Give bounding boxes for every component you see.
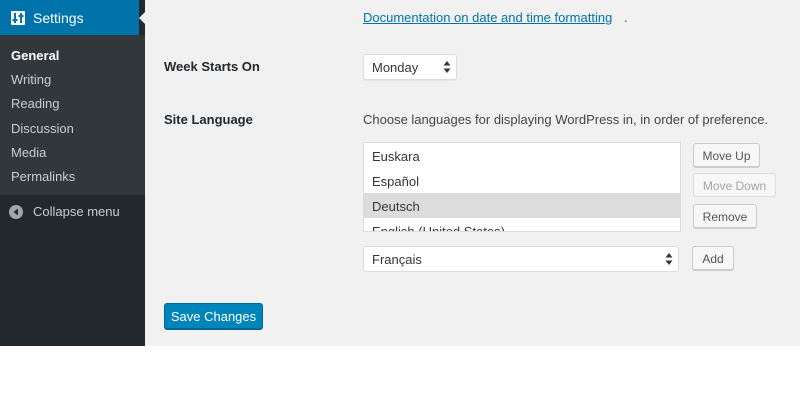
- admin-sidebar: Settings General Writing Reading Discuss…: [0, 0, 146, 346]
- settings-main: Documentation on date and time formattin…: [145, 0, 800, 346]
- move-down-button[interactable]: Move Down: [693, 173, 776, 197]
- select-updown-icon: [443, 61, 451, 73]
- select-updown-icon: [665, 253, 673, 265]
- language-option-label: Español: [372, 174, 419, 189]
- language-option-espanol[interactable]: Español: [364, 168, 680, 193]
- add-language-select[interactable]: Français: [363, 246, 679, 272]
- collapse-arrow-icon: [9, 205, 23, 219]
- language-option-euskara[interactable]: Euskara: [364, 143, 680, 168]
- submenu-item-permalinks[interactable]: Permalinks: [11, 169, 75, 184]
- language-option-english-us[interactable]: English (United States): [364, 218, 680, 232]
- week-starts-label: Week Starts On: [164, 59, 260, 74]
- language-option-label: English (United States): [372, 224, 505, 232]
- add-language-value: Français: [372, 252, 422, 267]
- date-format-docs-link[interactable]: Documentation on date and time formattin…: [363, 10, 612, 25]
- settings-sliders-icon: [11, 11, 25, 25]
- language-option-label: Euskara: [372, 149, 420, 164]
- language-option-label: Deutsch: [372, 199, 420, 214]
- week-starts-select[interactable]: Monday: [363, 54, 457, 80]
- submenu-item-media[interactable]: Media: [11, 145, 46, 160]
- settings-submenu: General Writing Reading Discussion Media…: [0, 35, 145, 195]
- link-suffix: .: [624, 10, 628, 25]
- sidebar-item-label: Settings: [33, 10, 84, 26]
- submenu-item-discussion[interactable]: Discussion: [11, 121, 74, 136]
- remove-button[interactable]: Remove: [693, 204, 757, 228]
- week-starts-value: Monday: [372, 60, 419, 75]
- sidebar-item-settings[interactable]: Settings: [0, 0, 139, 35]
- submenu-item-reading[interactable]: Reading: [11, 96, 59, 111]
- language-list[interactable]: Euskara Español Deutsch English (United …: [363, 142, 681, 232]
- collapse-menu-label: Collapse menu: [33, 204, 120, 219]
- site-language-label: Site Language: [164, 112, 253, 127]
- add-language-button[interactable]: Add: [692, 246, 734, 270]
- submenu-item-general[interactable]: General: [11, 48, 59, 63]
- language-option-deutsch[interactable]: Deutsch: [364, 193, 680, 218]
- language-description: Choose languages for displaying WordPres…: [363, 112, 769, 127]
- submenu-item-writing[interactable]: Writing: [11, 72, 51, 87]
- save-changes-button[interactable]: Save Changes: [164, 303, 263, 329]
- move-up-button[interactable]: Move Up: [693, 143, 760, 167]
